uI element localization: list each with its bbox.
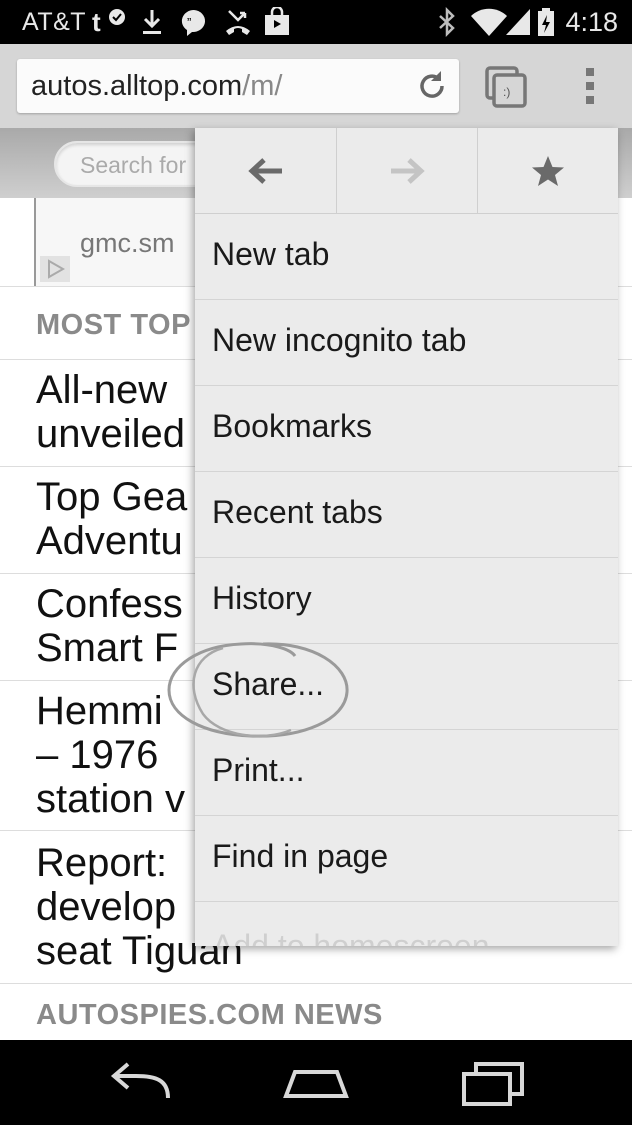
home-icon[interactable] [281, 1058, 351, 1108]
svg-text::): :) [503, 85, 510, 99]
status-bar: AT&T t ” 4:18 [0, 0, 632, 44]
section-header-most-topical: MOST TOP [36, 309, 191, 341]
shopping-bag-icon [265, 7, 289, 35]
menu-item-label: Bookmarks [212, 408, 373, 444]
star-bookmark-icon [532, 156, 564, 186]
menu-item-new-tab[interactable]: New tab [195, 214, 618, 300]
search-placeholder: Search for [80, 152, 187, 178]
menu-item-share[interactable]: Share... [195, 644, 618, 730]
bookmark-button[interactable] [477, 128, 618, 214]
reload-icon[interactable] [415, 69, 449, 103]
overflow-menu-icon[interactable] [575, 64, 605, 108]
back-arrow-icon [247, 158, 282, 184]
t-mobile-icon: t [92, 7, 125, 37]
back-button[interactable] [195, 128, 336, 214]
menu-item-label: Share... [212, 666, 325, 702]
ad-text: gmc.sm [80, 228, 175, 258]
section-header-news: AUTOSPIES.COM NEWS [36, 999, 383, 1031]
overflow-menu: New tab New incognito tab Bookmarks Rece… [195, 128, 618, 946]
menu-item-label: Find in page [212, 838, 389, 874]
carrier-label: AT&T [22, 8, 87, 36]
system-nav-bar [0, 1040, 632, 1125]
missed-call-icon [226, 10, 250, 35]
menu-item-find-in-page[interactable]: Find in page [195, 816, 618, 902]
bluetooth-icon [439, 7, 455, 37]
forward-arrow-icon [391, 158, 425, 184]
omnibox[interactable]: autos.alltop.com/m/ [17, 59, 459, 113]
svg-text:”: ” [187, 15, 191, 30]
menu-item-label: New incognito tab [212, 322, 467, 358]
signal-icon [506, 9, 530, 35]
recents-icon[interactable] [458, 1058, 528, 1108]
url-path: /m/ [242, 70, 283, 102]
menu-item-recent-tabs[interactable]: Recent tabs [195, 472, 618, 558]
menu-item-label: Print... [212, 752, 305, 788]
menu-item-print[interactable]: Print... [195, 730, 618, 816]
back-icon[interactable] [106, 1058, 176, 1108]
clock: 4:18 [565, 7, 618, 37]
divider [0, 983, 632, 984]
url-host: autos.alltop.com [31, 70, 243, 102]
forward-button[interactable] [336, 128, 477, 214]
battery-icon [538, 8, 554, 36]
menu-item-history[interactable]: History [195, 558, 618, 644]
menu-item-new-incognito-tab[interactable]: New incognito tab [195, 300, 618, 386]
hangouts-icon: ” [181, 9, 206, 36]
menu-nav-row [195, 128, 618, 214]
browser-toolbar: autos.alltop.com/m/ :) [0, 44, 632, 128]
download-icon [143, 10, 161, 34]
menu-item-add-to-homescreen[interactable]: Add to homescreen [195, 902, 618, 946]
ad-choices-icon[interactable] [40, 256, 70, 282]
tab-switcher-icon[interactable]: :) [485, 66, 527, 108]
menu-item-label: New tab [212, 236, 330, 272]
url-text[interactable]: autos.alltop.com/m/ [31, 70, 282, 103]
svg-text:t: t [92, 7, 101, 37]
wifi-icon [471, 8, 507, 36]
menu-item-label: History [212, 580, 312, 616]
menu-item-label: Add to homescreen [212, 928, 490, 946]
menu-item-bookmarks[interactable]: Bookmarks [195, 386, 618, 472]
menu-item-label: Recent tabs [212, 494, 383, 530]
